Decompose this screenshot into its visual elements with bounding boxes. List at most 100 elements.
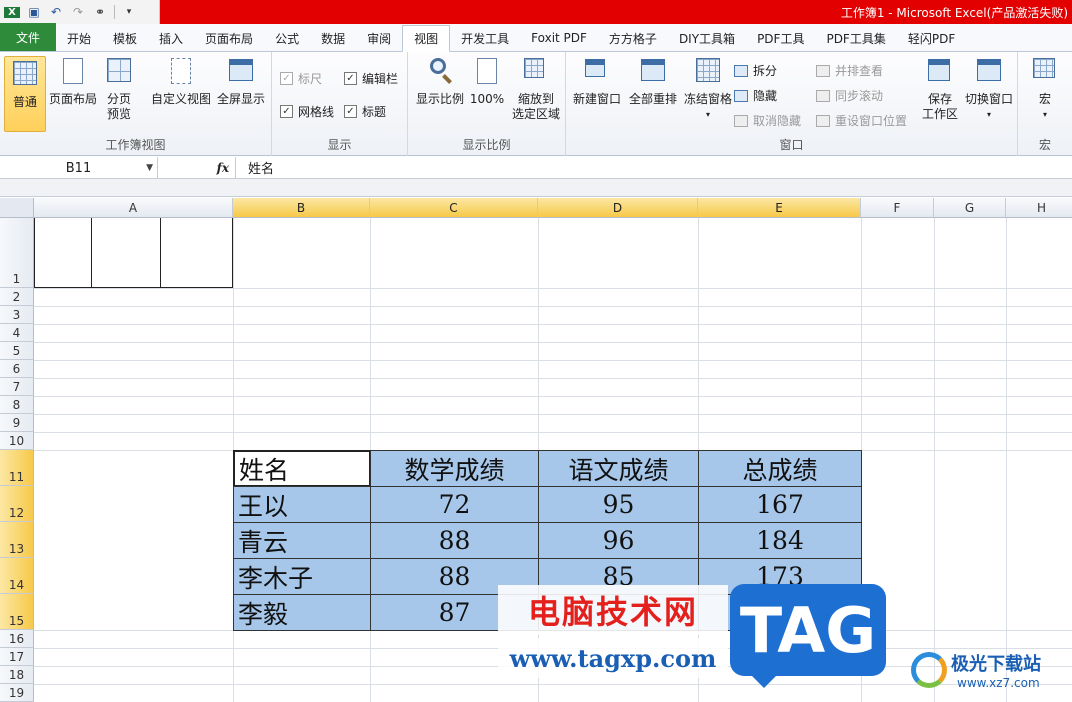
- row-header-4[interactable]: 4: [0, 324, 34, 342]
- row-header-6[interactable]: 6: [0, 360, 34, 378]
- row1-bordered-cell[interactable]: [92, 218, 161, 288]
- page-layout-view-button[interactable]: 页面布局: [48, 56, 98, 107]
- row-header-8[interactable]: 8: [0, 396, 34, 414]
- tab-file[interactable]: 文件: [0, 23, 56, 51]
- zoom-100-button[interactable]: 100%: [468, 56, 506, 107]
- switch-windows-button[interactable]: 切换窗口 ▾: [962, 56, 1016, 122]
- column-header-h[interactable]: H: [1006, 198, 1072, 218]
- reset-window-position-button[interactable]: 重设窗口位置: [816, 112, 907, 129]
- column-header-b[interactable]: B: [233, 198, 370, 218]
- table-cell[interactable]: 184: [698, 522, 862, 559]
- tab-pdf-toolset[interactable]: PDF工具集: [815, 25, 896, 51]
- zoom-to-selection-button[interactable]: 缩放到 选定区域: [508, 56, 564, 122]
- undo-icon[interactable]: ↶: [48, 5, 64, 19]
- formula-bar-checkbox[interactable]: ✓ 编辑栏: [344, 70, 398, 87]
- column-header-g[interactable]: G: [934, 198, 1006, 218]
- select-all-corner[interactable]: [0, 198, 34, 218]
- name-box-dropdown-icon[interactable]: ▼: [146, 163, 153, 173]
- watermark-site-name: 极光下载站: [951, 654, 1041, 675]
- formula-input[interactable]: 姓名: [236, 157, 1072, 178]
- column-header-f[interactable]: F: [861, 198, 934, 218]
- column-header-c[interactable]: C: [370, 198, 538, 218]
- normal-view-icon: [11, 59, 39, 89]
- row-header-1[interactable]: 1: [0, 218, 34, 288]
- custom-views-button[interactable]: 自定义视图: [150, 56, 212, 107]
- arrange-all-button[interactable]: 全部重排: [626, 56, 680, 107]
- table-header-cell[interactable]: 总成绩: [698, 450, 862, 487]
- gridlines-checkbox[interactable]: ✓ 网格线: [280, 103, 334, 120]
- row-header-14[interactable]: 14: [0, 558, 34, 594]
- save-icon[interactable]: ▣: [26, 5, 42, 19]
- freeze-panes-button[interactable]: 冻结窗格 ▾: [680, 56, 736, 122]
- sync-scroll-button[interactable]: 同步滚动: [816, 87, 883, 104]
- table-cell[interactable]: 李木子: [233, 558, 371, 595]
- tab-page-layout[interactable]: 页面布局: [194, 25, 264, 51]
- column-header-a[interactable]: A: [34, 198, 233, 218]
- row1-bordered-cell[interactable]: [161, 218, 233, 288]
- name-box[interactable]: B11 ▼: [0, 157, 158, 179]
- tab-developer[interactable]: 开发工具: [450, 25, 520, 51]
- macros-button[interactable]: 宏 ▾: [1026, 56, 1064, 122]
- row-header-17[interactable]: 17: [0, 648, 34, 666]
- headings-checkbox[interactable]: ✓ 标题: [344, 103, 386, 120]
- table-header-cell[interactable]: 数学成绩: [370, 450, 539, 487]
- split-button[interactable]: 拆分: [734, 62, 777, 79]
- unhide-button[interactable]: 取消隐藏: [734, 112, 801, 129]
- tab-formulas[interactable]: 公式: [264, 25, 310, 51]
- tab-templates[interactable]: 模板: [102, 25, 148, 51]
- gridline-h: [34, 378, 1072, 379]
- zoom-100-icon: [473, 56, 501, 86]
- table-header-cell[interactable]: 语文成绩: [538, 450, 699, 487]
- row-header-18[interactable]: 18: [0, 666, 34, 684]
- row-header-16[interactable]: 16: [0, 630, 34, 648]
- row-header-2[interactable]: 2: [0, 288, 34, 306]
- row-header-15[interactable]: 15: [0, 594, 34, 630]
- tab-foxit-pdf[interactable]: Foxit PDF: [520, 25, 598, 51]
- tab-home[interactable]: 开始: [56, 25, 102, 51]
- row-header-13[interactable]: 13: [0, 522, 34, 558]
- hide-button[interactable]: 隐藏: [734, 87, 777, 104]
- table-cell[interactable]: 96: [538, 522, 699, 559]
- watermark-site-logo: 极光下载站 www.xz7.com: [905, 648, 1067, 696]
- column-header-e[interactable]: E: [698, 198, 861, 218]
- binoculars-icon[interactable]: ⚭: [92, 5, 108, 19]
- tab-data[interactable]: 数据: [310, 25, 356, 51]
- table-cell[interactable]: 95: [538, 486, 699, 523]
- tab-view[interactable]: 视图: [402, 25, 451, 52]
- row-header-11[interactable]: 11: [0, 450, 34, 486]
- view-side-by-side-button[interactable]: 并排查看: [816, 62, 883, 79]
- ruler-checkbox[interactable]: ✓ 标尺: [280, 70, 322, 87]
- save-workspace-button[interactable]: 保存 工作区: [918, 56, 962, 122]
- row-header-3[interactable]: 3: [0, 306, 34, 324]
- row-header-19[interactable]: 19: [0, 684, 34, 702]
- table-cell[interactable]: 72: [370, 486, 539, 523]
- row-header-9[interactable]: 9: [0, 414, 34, 432]
- tab-pdf-tools[interactable]: PDF工具: [746, 25, 815, 51]
- table-cell[interactable]: 青云: [233, 522, 371, 559]
- table-cell[interactable]: 167: [698, 486, 862, 523]
- full-screen-button[interactable]: 全屏显示: [214, 56, 268, 107]
- redo-icon[interactable]: ↷: [70, 5, 86, 19]
- table-cell[interactable]: 王以: [233, 486, 371, 523]
- new-window-button[interactable]: 新建窗口: [570, 56, 624, 107]
- row-header-10[interactable]: 10: [0, 432, 34, 450]
- table-cell[interactable]: 88: [370, 522, 539, 559]
- row-header-5[interactable]: 5: [0, 342, 34, 360]
- row1-bordered-cell[interactable]: [34, 218, 92, 288]
- page-break-preview-button[interactable]: 分页 预览: [100, 56, 138, 122]
- tab-review[interactable]: 审阅: [356, 25, 402, 51]
- tab-fangfang[interactable]: 方方格子: [598, 25, 668, 51]
- column-header-d[interactable]: D: [538, 198, 698, 218]
- table-cell[interactable]: 李毅: [233, 594, 371, 631]
- table-header-cell[interactable]: 姓名: [233, 450, 371, 487]
- normal-view-button[interactable]: 普通: [4, 56, 46, 132]
- customize-qat-icon[interactable]: ▾: [121, 7, 137, 17]
- tab-insert[interactable]: 插入: [148, 25, 194, 51]
- row-header-7[interactable]: 7: [0, 378, 34, 396]
- tab-diy-toolbox[interactable]: DIY工具箱: [668, 25, 746, 51]
- tab-qingshan-pdf[interactable]: 轻闪PDF: [897, 25, 966, 51]
- split-icon: [734, 64, 748, 77]
- zoom-button[interactable]: 显示比例: [414, 56, 466, 107]
- insert-function-button[interactable]: fx: [158, 157, 236, 178]
- row-header-12[interactable]: 12: [0, 486, 34, 522]
